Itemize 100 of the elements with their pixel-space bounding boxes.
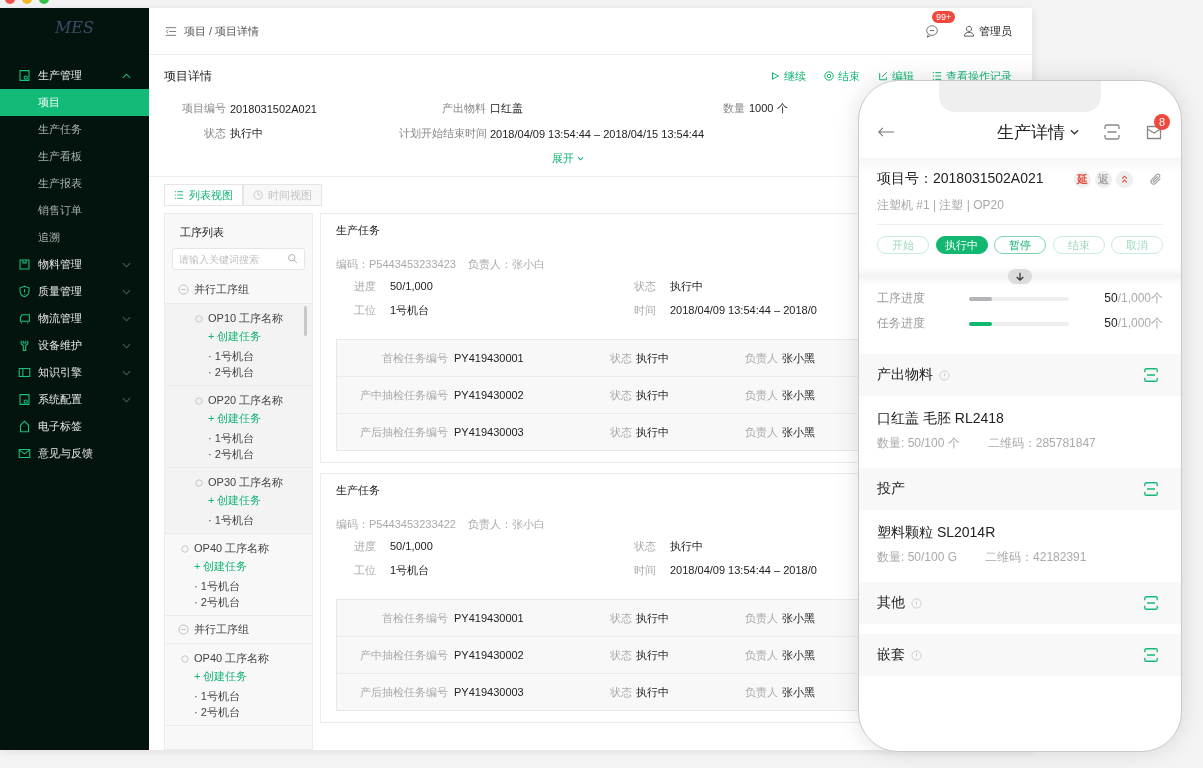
machine-item: · 2号机台 (207, 365, 255, 380)
field-value: 1号机台 (390, 562, 430, 578)
field-value: 张小黑 (782, 647, 815, 663)
field-label: 工位 (353, 302, 376, 318)
field-label: 状态 (633, 538, 656, 554)
menu-item[interactable]: 电子标签 (0, 413, 149, 440)
field-label: 产中抽检任务编号 (359, 387, 449, 403)
collapse-icon[interactable] (178, 624, 189, 635)
machine-item: · 2号机台 (207, 447, 255, 462)
step-name[interactable]: OP40 工序名称 (194, 541, 270, 556)
group-label: 并行工序组 (194, 622, 249, 637)
field-label: 数量 (722, 101, 745, 116)
step-name[interactable]: OP30 工序名称 (208, 475, 284, 490)
menu-fold-icon[interactable] (165, 25, 177, 37)
field-label: 产出物料 (441, 101, 486, 116)
field-value: PY419430003 (454, 686, 525, 698)
field-value: 张小黑 (782, 684, 815, 700)
material-quantity: 数量: 50/100 个 (877, 435, 960, 452)
menu-item[interactable]: 系统配置 (0, 386, 149, 413)
machine-item: · 1号机台 (193, 689, 241, 704)
machine-item: · 1号机台 (207, 349, 255, 364)
field-value: 执行中 (230, 126, 263, 141)
group-label: 并行工序组 (194, 282, 249, 297)
field-label: 首检任务编号 (381, 610, 449, 626)
scan-icon[interactable] (1143, 647, 1159, 663)
task-code: 编码：P5443453233423 (336, 257, 456, 272)
machine-item: · 2号机台 (193, 595, 241, 610)
info-icon[interactable] (911, 649, 922, 661)
info-icon[interactable] (939, 369, 950, 381)
circle-icon (195, 396, 203, 405)
search-icon[interactable] (287, 253, 298, 264)
field-label: 负责人 (745, 387, 778, 403)
status-tag: 返 (1095, 170, 1112, 188)
field-label: 负责人 (745, 684, 778, 700)
submenu-item[interactable]: 销售订单 (0, 197, 149, 224)
panel-title: 工序列表 (179, 225, 225, 240)
project-subtitle: 注塑机 #1 | 注塑 | OP20 (877, 192, 1163, 225)
chat-icon[interactable] (925, 24, 939, 38)
field-label: 时间 (633, 302, 656, 318)
field-label: 首检任务编号 (381, 350, 449, 366)
menu-item[interactable]: 质量管理 (0, 278, 149, 305)
edit-icon (878, 71, 888, 81)
info-icon[interactable] (911, 597, 922, 609)
truck-icon (18, 312, 31, 325)
field-value: 50/1,000 (390, 280, 433, 292)
material-quantity: 数量: 50/100 G (877, 549, 958, 566)
step-name[interactable]: OP40 工序名称 (194, 651, 270, 666)
back-arrow-icon[interactable] (877, 126, 895, 138)
collapse-icon[interactable] (178, 284, 189, 295)
step-name[interactable]: OP20 工序名称 (208, 393, 284, 408)
field-value: 2018/04/09 13:54:44 – 2018/0 (670, 304, 817, 316)
field-value: 1号机台 (390, 302, 430, 318)
section-title: 其他 (877, 594, 905, 612)
field-value: PY419430002 (454, 649, 525, 661)
chevron-down-icon (122, 369, 131, 376)
menu-item[interactable]: 设备维护 (0, 332, 149, 359)
step-name[interactable]: OP10 工序名称 (208, 311, 284, 326)
material-code: 二维码：285781847 (987, 435, 1096, 452)
scan-icon[interactable] (1143, 367, 1159, 383)
submenu-item[interactable]: 追溯 (0, 224, 149, 251)
field-label: 状态 (610, 387, 632, 403)
material-name: 塑料颗粒 SL2014R (877, 524, 997, 542)
menu-item[interactable]: 物流管理 (0, 305, 149, 332)
field-value: 执行中 (636, 610, 669, 626)
field-value: 张小黑 (782, 610, 815, 626)
field-value: PY419430002 (454, 389, 525, 401)
user-name[interactable]: 管理员 (979, 23, 1012, 39)
menu-item[interactable]: 物料管理 (0, 251, 149, 278)
submenu-item[interactable]: 生产任务 (0, 116, 149, 143)
menu-item[interactable]: 意见与反馈 (0, 440, 149, 467)
menu-item[interactable]: 生产管理 (0, 62, 149, 89)
field-value: 执行中 (636, 350, 669, 366)
field-value: 2018/04/09 13:54:44 – 2018/0 (670, 564, 817, 576)
scan-icon[interactable] (1103, 123, 1121, 141)
field-label: 负责人 (745, 647, 778, 663)
submenu-item[interactable]: 生产看板 (0, 143, 149, 170)
field-label: 进度 (353, 278, 376, 294)
paperclip-icon[interactable] (1149, 172, 1163, 186)
section-title: 产出物料 (877, 366, 933, 384)
submenu-item[interactable]: 生产报表 (0, 170, 149, 197)
screen-title[interactable]: 生产详情 (997, 120, 1079, 144)
progress-reading: 50/1,000个 (1104, 315, 1163, 332)
scrollbar[interactable] (304, 306, 307, 336)
user-icon[interactable] (963, 25, 975, 37)
book-icon (18, 366, 31, 379)
play-icon (770, 71, 780, 81)
box-icon (18, 258, 31, 271)
chevron-down-icon (122, 342, 131, 349)
field-value: 执行中 (636, 647, 669, 663)
field-label: 状态 (610, 350, 632, 366)
chevron-down-icon (122, 288, 131, 295)
field-value: 2018031502A021 (230, 102, 317, 115)
menu-item[interactable]: 知识引擎 (0, 359, 149, 386)
list-icon (932, 71, 942, 81)
progress-reading: 50/1,000个 (1104, 290, 1163, 307)
scan-icon[interactable] (1143, 595, 1159, 611)
scan-icon[interactable] (1143, 481, 1159, 497)
status-tag: 延 (1074, 170, 1091, 188)
chevron-down-icon (577, 155, 584, 161)
down-arrow-button[interactable] (1007, 268, 1033, 284)
